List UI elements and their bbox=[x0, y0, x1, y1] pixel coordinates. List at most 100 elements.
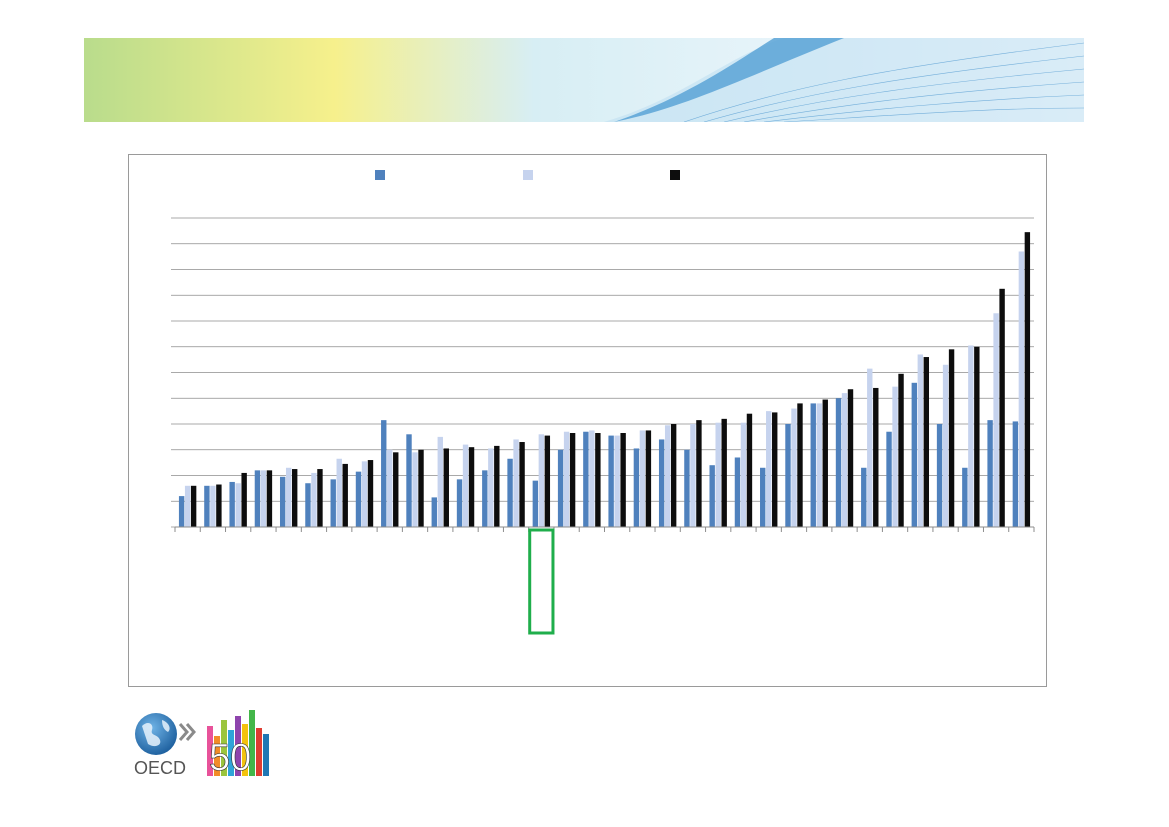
bar-series-2 bbox=[715, 422, 721, 527]
bar-series-2 bbox=[361, 461, 368, 527]
bar-series-2 bbox=[791, 408, 797, 527]
bar-series-2 bbox=[917, 354, 924, 527]
bar-series-1 bbox=[406, 434, 412, 527]
bar-series-2 bbox=[867, 368, 873, 527]
chart-legend bbox=[375, 170, 680, 180]
bar-series-2 bbox=[513, 439, 519, 527]
bar-series-1 bbox=[178, 496, 185, 527]
bar-series-2 bbox=[1018, 251, 1025, 527]
oecd-50-logo: OECD 50 bbox=[134, 710, 269, 778]
bar-series-3 bbox=[317, 469, 323, 527]
bar-series-1 bbox=[507, 458, 513, 527]
bar-series-3 bbox=[544, 435, 551, 527]
bar-series-3 bbox=[974, 346, 980, 527]
legend-swatch-series-3 bbox=[670, 170, 680, 180]
bar-series-3 bbox=[468, 447, 475, 527]
bar-series-1 bbox=[305, 483, 311, 527]
bar-series-1 bbox=[760, 467, 766, 527]
bar-series-2 bbox=[235, 483, 241, 527]
bar-series-1 bbox=[633, 448, 640, 527]
bar-series-1 bbox=[355, 471, 362, 527]
bar-series-1 bbox=[532, 480, 539, 527]
bar-series-3 bbox=[670, 424, 677, 527]
bar-series-3 bbox=[519, 442, 525, 527]
bar-series-1 bbox=[936, 424, 943, 527]
bar-series-2 bbox=[690, 424, 696, 527]
bar-series-2 bbox=[664, 425, 671, 527]
bar-series-3 bbox=[494, 445, 500, 527]
chevrons-icon bbox=[178, 723, 196, 741]
highlight-box bbox=[528, 528, 555, 635]
bar-series-2 bbox=[336, 458, 342, 527]
bar-series-2 bbox=[968, 345, 974, 527]
bar-series-3 bbox=[746, 413, 753, 527]
bar-series-1 bbox=[229, 481, 235, 527]
bar-series-1 bbox=[835, 398, 842, 527]
bar-series-3 bbox=[190, 485, 197, 527]
bar-series-2 bbox=[210, 485, 216, 527]
legend-swatch-series-1 bbox=[375, 170, 385, 180]
bar-series-1 bbox=[204, 485, 210, 527]
bar-series-3 bbox=[923, 357, 930, 527]
bar-series-3 bbox=[1024, 232, 1031, 527]
bar-series-3 bbox=[569, 433, 576, 527]
bar-series-2 bbox=[816, 403, 822, 527]
bar-series-1 bbox=[785, 424, 791, 527]
bar-series-2 bbox=[538, 434, 545, 527]
bar-series-2 bbox=[639, 430, 646, 527]
bar-series-2 bbox=[841, 393, 848, 527]
bar-series-3 bbox=[999, 288, 1005, 527]
bar-series-2 bbox=[589, 430, 595, 527]
bar-series-3 bbox=[367, 460, 374, 527]
bar-series-3 bbox=[645, 430, 652, 527]
bar-series-1 bbox=[456, 479, 463, 527]
bar-series-2 bbox=[993, 313, 999, 527]
bar-chart bbox=[171, 170, 1035, 635]
bar-series-1 bbox=[608, 435, 614, 527]
bar-series-1 bbox=[987, 420, 993, 527]
bar-series-3 bbox=[620, 433, 626, 527]
bar-series-3 bbox=[216, 484, 222, 527]
bar-series-1 bbox=[810, 403, 816, 527]
bar-series-3 bbox=[797, 403, 803, 527]
bar-series-2 bbox=[942, 364, 949, 527]
legend-swatch-series-2 bbox=[523, 170, 533, 180]
bar-series-2 bbox=[412, 452, 418, 527]
bar-series-1 bbox=[962, 467, 968, 527]
x-axis bbox=[174, 526, 1035, 532]
bar-series-1 bbox=[886, 431, 892, 527]
bar-series-1 bbox=[381, 420, 387, 527]
bar-series-2 bbox=[614, 435, 620, 527]
bar-series-1 bbox=[734, 457, 741, 527]
bar-series-1 bbox=[431, 497, 437, 527]
bar-series-3 bbox=[241, 472, 247, 527]
bar-series-3 bbox=[418, 449, 424, 527]
bar-series-1 bbox=[709, 465, 715, 527]
bar-series-1 bbox=[557, 449, 564, 527]
header-banner bbox=[84, 38, 1084, 122]
bar-series-3 bbox=[721, 418, 727, 527]
bar-series-3 bbox=[847, 389, 854, 527]
bar-series-2 bbox=[437, 436, 443, 528]
bars bbox=[178, 232, 1031, 528]
oecd-wordmark: OECD bbox=[134, 758, 186, 778]
bar-series-3 bbox=[291, 469, 298, 527]
bar-series-2 bbox=[462, 444, 469, 527]
globe-icon bbox=[135, 713, 177, 755]
bar-series-1 bbox=[658, 439, 665, 527]
bar-series-1 bbox=[583, 431, 589, 527]
bar-series-2 bbox=[387, 449, 393, 527]
bar-series-2 bbox=[311, 472, 317, 527]
gridlines bbox=[171, 217, 1034, 528]
bar-series-2 bbox=[260, 470, 267, 527]
bar-series-2 bbox=[892, 386, 898, 527]
bar-series-3 bbox=[696, 420, 702, 527]
bar-series-2 bbox=[184, 485, 191, 527]
bar-series-2 bbox=[285, 467, 292, 527]
bar-series-2 bbox=[563, 431, 570, 527]
bar-series-1 bbox=[911, 382, 918, 527]
bar-series-3 bbox=[873, 387, 879, 527]
bar-series-3 bbox=[595, 433, 601, 527]
bar-series-1 bbox=[1012, 421, 1019, 527]
bar-series-3 bbox=[266, 470, 273, 527]
